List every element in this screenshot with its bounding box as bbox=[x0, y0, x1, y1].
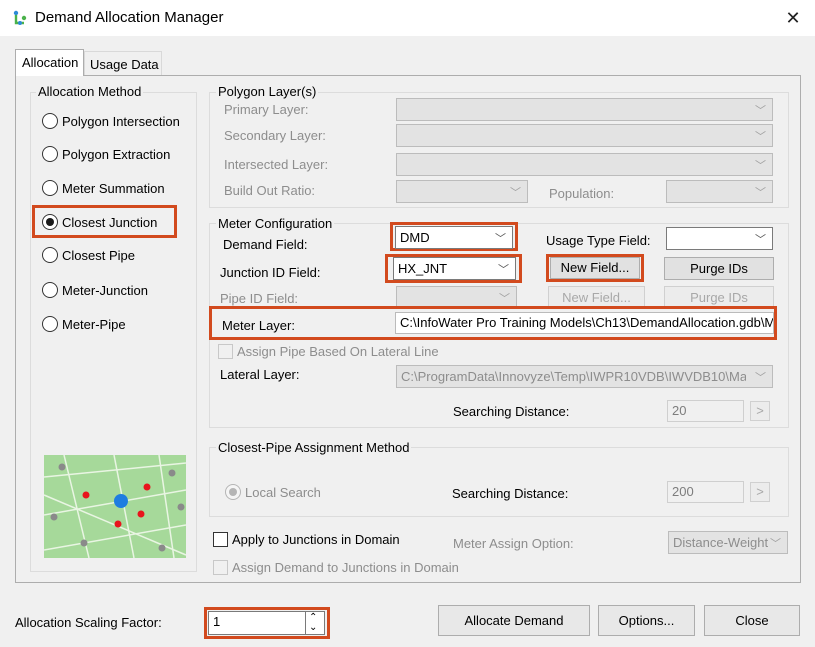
radio-closest-junction[interactable]: Closest Junction bbox=[42, 212, 157, 232]
polygon-layers-title: Polygon Layer(s) bbox=[216, 84, 319, 99]
tab-usage-data[interactable]: Usage Data bbox=[84, 51, 162, 75]
build-out-ratio-combo[interactable]: ﹀ bbox=[396, 180, 528, 203]
combo-value: HX_JNT bbox=[398, 261, 448, 276]
radio-label: Local Search bbox=[245, 484, 321, 500]
radio-label: Closest Junction bbox=[62, 214, 158, 230]
spin-down-icon[interactable]: ⌄ bbox=[309, 622, 317, 634]
chevron-down-icon: ﹀ bbox=[770, 538, 781, 550]
meter-searching-distance-input[interactable]: 20 bbox=[667, 400, 744, 422]
radio-meter-pipe[interactable]: Meter-Pipe bbox=[42, 314, 126, 334]
radio-label: Polygon Intersection bbox=[62, 113, 180, 129]
radio-button[interactable] bbox=[42, 146, 58, 162]
demand-field-combo[interactable]: DMD ﹀ bbox=[395, 226, 513, 249]
combo-value: Distance-Weighted bbox=[673, 535, 768, 550]
radio-meter-summation[interactable]: Meter Summation bbox=[42, 178, 165, 198]
chevron-down-icon: ﹀ bbox=[495, 233, 506, 245]
meter-assign-option-combo[interactable]: Distance-Weighted ﹀ bbox=[668, 531, 788, 554]
scaling-factor-spinner[interactable]: ⌃ ⌄ bbox=[306, 611, 325, 635]
options-button[interactable]: Options... bbox=[598, 605, 695, 636]
radio-closest-pipe[interactable]: Closest Pipe bbox=[42, 245, 135, 265]
apply-junctions-label: Apply to Junctions in Domain bbox=[232, 532, 400, 547]
usage-type-field-combo[interactable]: ﹀ bbox=[666, 227, 773, 250]
radio-polygon-intersection[interactable]: Polygon Intersection bbox=[42, 111, 180, 131]
chevron-down-icon: ﹀ bbox=[755, 372, 766, 384]
build-out-ratio-label: Build Out Ratio: bbox=[224, 183, 316, 198]
meter-layer-label: Meter Layer: bbox=[222, 318, 295, 333]
meter-searching-distance-browse[interactable]: > bbox=[750, 401, 770, 421]
meter-layer-input[interactable]: C:\InfoWater Pro Training Models\Ch13\De… bbox=[395, 312, 774, 334]
tab-allocation[interactable]: Allocation bbox=[15, 49, 84, 76]
purge-ids-button[interactable]: Purge IDs bbox=[664, 257, 774, 280]
radio-button[interactable] bbox=[42, 247, 58, 263]
junction-id-field-label: Junction ID Field: bbox=[220, 265, 321, 280]
radio-label: Meter Summation bbox=[62, 180, 165, 196]
secondary-layer-combo[interactable]: ﹀ bbox=[396, 124, 773, 147]
lateral-layer-combo[interactable]: C:\ProgramData\Innovyze\Temp\IWPR10VDB\I… bbox=[396, 365, 773, 388]
app-icon bbox=[13, 10, 27, 25]
chevron-down-icon: ﹀ bbox=[755, 131, 766, 143]
intersected-layer-combo[interactable]: ﹀ bbox=[396, 153, 773, 176]
assign-demand-label: Assign Demand to Junctions in Domain bbox=[232, 560, 459, 575]
apply-junctions-checkbox[interactable] bbox=[213, 532, 228, 547]
meter-configuration-title: Meter Configuration bbox=[216, 216, 335, 231]
radio-button[interactable] bbox=[42, 316, 58, 332]
chevron-down-icon: ﹀ bbox=[510, 187, 521, 199]
scaling-factor-input[interactable]: 1 bbox=[208, 611, 306, 635]
population-combo[interactable]: ﹀ bbox=[666, 180, 773, 203]
combo-value: C:\ProgramData\Innovyze\Temp\IWPR10VDB\I… bbox=[401, 369, 746, 384]
assign-demand-checkbox[interactable] bbox=[213, 560, 228, 575]
secondary-layer-label: Secondary Layer: bbox=[224, 128, 326, 143]
allocate-demand-button[interactable]: Allocate Demand bbox=[438, 605, 590, 636]
radio-label: Meter-Pipe bbox=[62, 316, 126, 332]
scaling-factor-label: Allocation Scaling Factor: bbox=[15, 615, 162, 630]
demand-field-label: Demand Field: bbox=[223, 237, 308, 252]
close-button[interactable]: Close bbox=[704, 605, 800, 636]
allocation-method-title: Allocation Method bbox=[36, 84, 144, 99]
pipe-id-field-label: Pipe ID Field: bbox=[220, 291, 299, 306]
radio-button[interactable] bbox=[42, 180, 58, 196]
pipe-searching-distance-browse[interactable]: > bbox=[750, 482, 770, 502]
pipe-searching-distance-input[interactable]: 200 bbox=[667, 481, 744, 503]
combo-value: DMD bbox=[400, 230, 430, 245]
chevron-down-icon: ﹀ bbox=[755, 234, 766, 246]
lateral-layer-label: Lateral Layer: bbox=[220, 367, 300, 382]
close-window-button[interactable]: ✕ bbox=[778, 4, 808, 32]
chevron-down-icon: ﹀ bbox=[498, 264, 509, 276]
pipe-searching-distance-label: Searching Distance: bbox=[452, 486, 569, 501]
assign-pipe-label: Assign Pipe Based On Lateral Line bbox=[237, 344, 439, 359]
meter-searching-distance-label: Searching Distance: bbox=[453, 404, 570, 419]
title-bar: Demand Allocation Manager ✕ bbox=[0, 0, 815, 36]
radio-polygon-extraction[interactable]: Polygon Extraction bbox=[42, 144, 170, 164]
window-title: Demand Allocation Manager bbox=[35, 9, 224, 26]
radio-button-selected[interactable] bbox=[42, 214, 58, 230]
radio-local-search[interactable]: Local Search bbox=[225, 482, 321, 502]
intersected-layer-label: Intersected Layer: bbox=[224, 157, 329, 172]
radio-button[interactable] bbox=[42, 282, 58, 298]
radio-button-selected[interactable] bbox=[225, 484, 241, 500]
meter-assign-option-label: Meter Assign Option: bbox=[453, 536, 574, 551]
usage-type-field-label: Usage Type Field: bbox=[546, 233, 651, 248]
radio-label: Meter-Junction bbox=[62, 282, 148, 298]
closest-pipe-title: Closest-Pipe Assignment Method bbox=[216, 440, 412, 455]
radio-label: Closest Pipe bbox=[62, 247, 135, 263]
chevron-down-icon: ﹀ bbox=[499, 293, 510, 305]
junction-id-field-combo[interactable]: HX_JNT ﹀ bbox=[393, 257, 516, 280]
population-label: Population: bbox=[549, 186, 615, 201]
chevron-down-icon: ﹀ bbox=[755, 105, 766, 117]
radio-label: Polygon Extraction bbox=[62, 146, 171, 162]
new-field-button[interactable]: New Field... bbox=[550, 257, 640, 279]
radio-meter-junction[interactable]: Meter-Junction bbox=[42, 280, 148, 300]
assign-pipe-checkbox[interactable] bbox=[218, 344, 233, 359]
chevron-down-icon: ﹀ bbox=[755, 187, 766, 199]
primary-layer-combo[interactable]: ﹀ bbox=[396, 98, 773, 121]
method-illustration bbox=[44, 455, 186, 558]
primary-layer-label: Primary Layer: bbox=[224, 102, 309, 117]
radio-button[interactable] bbox=[42, 113, 58, 129]
chevron-down-icon: ﹀ bbox=[755, 160, 766, 172]
